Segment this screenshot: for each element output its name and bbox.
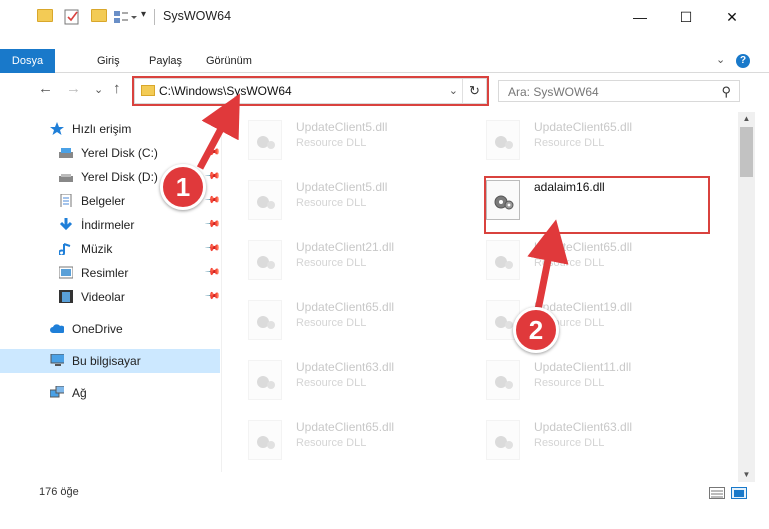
step-1-badge: 1 (160, 164, 206, 210)
annotation-arrows (196, 93, 569, 311)
arrow-to-address (196, 93, 240, 170)
step-2-badge: 2 (513, 307, 559, 353)
arrow-to-file (527, 219, 569, 311)
